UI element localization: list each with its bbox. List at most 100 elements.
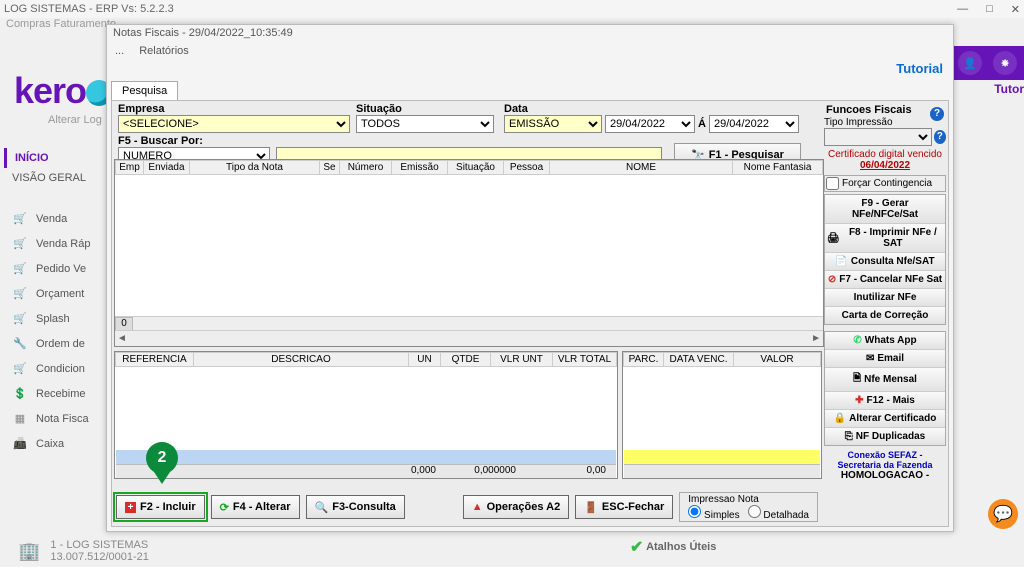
data-fim[interactable]: 29/04/2022 [709,115,799,133]
items-footer: 0,000 0,000000 0,00 [116,464,616,478]
refresh-icon: ⟳ [220,501,229,514]
consulta-nfe-button[interactable]: 📄Consulta Nfe/SAT [825,253,945,271]
brand-sublabel[interactable]: Alterar Log [48,114,102,126]
tipo-impressao-label: Tipo Impressão [824,117,946,128]
tutor-link[interactable]: Tutor [994,82,1024,96]
minimize-icon[interactable]: — [957,3,968,16]
data-a-label: Á [698,118,706,130]
nav-inicio[interactable]: INÍCIO [4,148,104,168]
forcar-checkbox[interactable] [826,177,839,190]
menu-venda-rapida[interactable]: 🛒Venda Ráp [8,231,108,256]
step-number: 2 [146,442,178,474]
menu-caixa[interactable]: 📠Caixa [8,431,108,456]
nf-duplicadas-button[interactable]: ⎘NF Duplicadas [825,428,945,445]
parcelas-grid[interactable]: PARC. DATA VENC. VALOR [622,351,822,479]
atalhos-uteis[interactable]: ✔ Atalhos Úteis [630,537,716,557]
items-grid[interactable]: REFERENCIA DESCRICAO UN QTDE VLR UNT VLR… [114,351,618,479]
chevron-right-icon[interactable]: ► [811,333,821,344]
maximize-icon[interactable]: □ [986,3,993,16]
carta-correcao-button[interactable]: Carta de Correção [825,307,945,324]
nav-visao-geral[interactable]: VISÃO GERAL [4,168,104,188]
certificado-msg: Certificado digital vencido06/04/2022 [824,149,946,171]
impressao-nota-group: Impressao Nota Simples Detalhada [679,492,818,522]
menu-splash[interactable]: 🛒Splash [8,306,108,331]
tab-pesquisa[interactable]: Pesquisa [111,81,178,100]
dialog-menu-more[interactable]: ... [115,45,124,57]
cart-icon: 🛒 [12,212,28,225]
company-cnpj: 13.007.512/0001-21 [50,551,148,563]
operacoes-button[interactable]: ▲Operações A2 [463,495,569,519]
dialog-menu-relatorios[interactable]: Relatórios [139,45,189,57]
chat-bubble-icon[interactable]: 💬 [988,499,1018,529]
buscar-label: F5 - Buscar Por: [118,135,270,147]
search-icon: 🔍 [315,501,329,514]
menu-nota-fiscal[interactable]: ▦Nota Fisca [8,406,108,431]
forcar-contingencia-check[interactable]: Forçar Contingencia [824,175,946,192]
menu-venda[interactable]: 🛒Venda [8,206,108,231]
tutorial-link[interactable]: Tutorial [896,61,943,76]
radio-simples[interactable]: Simples [688,505,739,521]
nfe-mensal-button[interactable]: 🗎Nfe Mensal [825,368,945,392]
gerar-nfe-button[interactable]: F9 - Gerar NFe/NFCe/Sat [825,195,945,224]
step-callout: 2 [144,442,180,484]
gear-icon[interactable]: ✸ [993,51,1017,75]
whatsapp-button[interactable]: ✆Whats App [825,332,945,350]
data-label: Data [504,103,814,115]
cancelar-nfe-button[interactable]: ⊘F7 - Cancelar NFe Sat [825,271,945,289]
help-icon[interactable]: ? [934,130,946,144]
wrench-icon: 🔧 [12,337,28,350]
pointer-icon [154,472,170,484]
building-icon: 🏢 [18,541,40,562]
menu-orcamento[interactable]: 🛒Orçament [8,281,108,306]
chevron-left-icon[interactable]: ◄ [117,333,127,344]
check-icon: ✔ [630,539,643,556]
cart-icon: 🛒 [12,362,28,375]
menu-ordem[interactable]: 🔧Ordem de [8,331,108,356]
parcelas-footer [624,464,820,478]
funcoes-fiscais-header: Funcoes Fiscais [824,103,946,117]
alterar-button[interactable]: ⟳F4 - Alterar [211,495,300,519]
alterar-cert-button[interactable]: 🔒Alterar Certificado [825,410,945,428]
incluir-button[interactable]: +F2 - Incluir [116,495,205,519]
notas-fiscais-dialog: Notas Fiscais - 29/04/2022_10:35:49 ... … [106,24,954,532]
warning-icon: ▲ [472,501,483,513]
doc-icon: 📄 [835,256,847,267]
inutilizar-nfe-button[interactable]: Inutilizar NFe [825,289,945,307]
company-name: 1 - LOG SISTEMAS [50,539,148,551]
money-icon: 💲 [12,387,28,400]
empresa-select[interactable]: <SELECIONE> [118,115,350,133]
selected-row [116,450,616,464]
cart-icon: 🛒 [12,262,28,275]
table-header-row: Emp Enviada Tipo da Nota Se Número Emiss… [116,161,823,175]
user-icon[interactable]: 👤 [958,51,982,75]
situacao-select[interactable]: TODOS [356,115,494,133]
menu-pedido[interactable]: 🛒Pedido Ve [8,256,108,281]
menu-recebimento[interactable]: 💲Recebime [8,381,108,406]
fechar-button[interactable]: 🚪ESC-Fechar [575,495,673,519]
impressao-label: Impressao Nota [688,494,809,505]
data-tipo-select[interactable]: EMISSÃO [504,115,602,133]
cert-icon: 🔒 [834,413,846,424]
footer-company: 🏢 1 - LOG SISTEMAS 13.007.512/0001-21 [18,539,149,563]
cancel-icon: ⊘ [828,274,836,285]
invoice-icon: ▦ [12,412,28,425]
email-button[interactable]: ✉Email [825,350,945,368]
window-title: LOG SISTEMAS - ERP Vs: 5.2.2.3 [4,3,174,15]
radio-detalhada[interactable]: Detalhada [748,505,809,521]
notas-grid[interactable]: Emp Enviada Tipo da Nota Se Número Emiss… [114,159,824,347]
imprimir-nfe-button[interactable]: 🖨F8 - Imprimir NFe / SAT [825,224,945,253]
tipo-impressao-select[interactable] [824,128,932,146]
door-icon: 🚪 [584,501,598,514]
data-inicio[interactable]: 29/04/2022 [605,115,695,133]
empresa-label: Empresa [118,103,350,115]
printer-icon: 🖨 [827,233,840,244]
close-icon[interactable]: ✕ [1011,3,1020,16]
h-scrollbar[interactable]: ◄► [115,331,823,346]
menu-condicionais[interactable]: 🛒Condicion [8,356,108,381]
email-icon: ✉ [866,353,874,364]
cart-icon: 🛒 [12,237,28,250]
f12-mais-button[interactable]: ✚F12 - Mais [825,392,945,410]
cart-icon: 🛒 [12,312,28,325]
plus-icon: + [125,502,136,513]
consulta-button[interactable]: 🔍F3-Consulta [306,495,405,519]
